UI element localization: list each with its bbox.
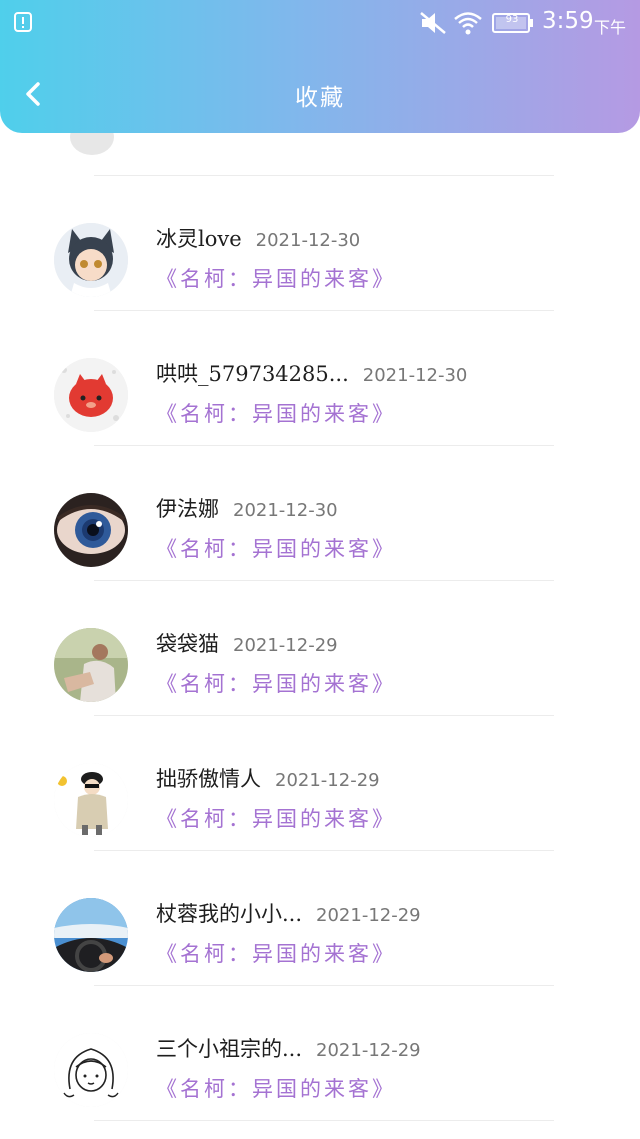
- favorites-list[interactable]: 冰灵love 2021-12-30 《名柯：异国的来客》 哄哄_579734285…: [0, 133, 640, 1139]
- date: 2021-12-29: [316, 1040, 421, 1061]
- book-title-link[interactable]: 《名柯：异国的来客》: [156, 533, 396, 563]
- avatar[interactable]: [54, 493, 128, 567]
- book-title-link[interactable]: 《名柯：异国的来客》: [156, 668, 396, 698]
- page-title: 收藏: [295, 85, 345, 111]
- list-item[interactable]: 拙骄傲情人 2021-12-29 《名柯：异国的来客》: [0, 715, 640, 850]
- date: 2021-12-29: [233, 635, 338, 656]
- user-name: 袋袋猫: [156, 632, 219, 656]
- list-item[interactable]: 冰灵love 2021-12-30 《名柯：异国的来客》: [0, 175, 640, 310]
- book-title-link[interactable]: 《名柯：异国的来客》: [156, 398, 396, 428]
- date: 2021-12-30: [362, 365, 468, 386]
- list-item[interactable]: 哄哄_579734285... 2021-12-30 《名柯：异国的来客》: [0, 310, 640, 445]
- date: 2021-12-29: [316, 905, 421, 926]
- clock-time: 3:59: [542, 8, 594, 34]
- list-item[interactable]: 杖蓉我的小小... 2021-12-29 《名柯：异国的来客》: [0, 850, 640, 985]
- list-item-partial[interactable]: [0, 133, 640, 175]
- avatar[interactable]: [54, 223, 128, 297]
- date: 2021-12-30: [255, 230, 361, 251]
- user-name: 伊法娜: [156, 497, 219, 521]
- avatar[interactable]: [54, 763, 128, 837]
- list-item[interactable]: 三个小祖宗的... 2021-12-29 《名柯：异国的来客》: [0, 985, 640, 1120]
- avatar: [70, 133, 114, 155]
- book-title-link[interactable]: 《名柯：异国的来客》: [156, 803, 396, 833]
- avatar[interactable]: [54, 898, 128, 972]
- app-header: 93 3:59 下午 收藏: [0, 0, 640, 133]
- mute-icon: [420, 12, 446, 34]
- user-name: 三个小祖宗的...: [156, 1037, 303, 1061]
- book-title-link[interactable]: 《名柯：异国的来客》: [156, 263, 396, 293]
- battery-level: 93: [505, 14, 519, 25]
- status-bar: 93 3:59 下午: [0, 0, 640, 46]
- user-name: 冰灵love: [156, 227, 242, 251]
- book-title-link[interactable]: 《名柯：异国的来客》: [156, 938, 396, 968]
- list-item[interactable]: 袋袋猫 2021-12-29 《名柯：异国的来客》: [0, 580, 640, 715]
- date: 2021-12-29: [275, 770, 380, 791]
- clock-ampm: 下午: [594, 18, 627, 37]
- avatar[interactable]: [54, 358, 128, 432]
- alert-icon: [14, 12, 32, 32]
- user-name: 哄哄_579734285...: [156, 362, 349, 386]
- book-title-link[interactable]: 《名柯：异国的来客》: [156, 1073, 396, 1103]
- list-item[interactable]: 伊法娜 2021-12-30 《名柯：异国的来客》: [0, 445, 640, 580]
- avatar[interactable]: [54, 628, 128, 702]
- wifi-icon: [454, 12, 482, 35]
- user-name: 杖蓉我的小小...: [156, 902, 303, 926]
- avatar[interactable]: [54, 1033, 128, 1107]
- divider: [94, 1120, 554, 1121]
- date: 2021-12-30: [233, 500, 338, 521]
- user-name: 拙骄傲情人: [156, 767, 261, 791]
